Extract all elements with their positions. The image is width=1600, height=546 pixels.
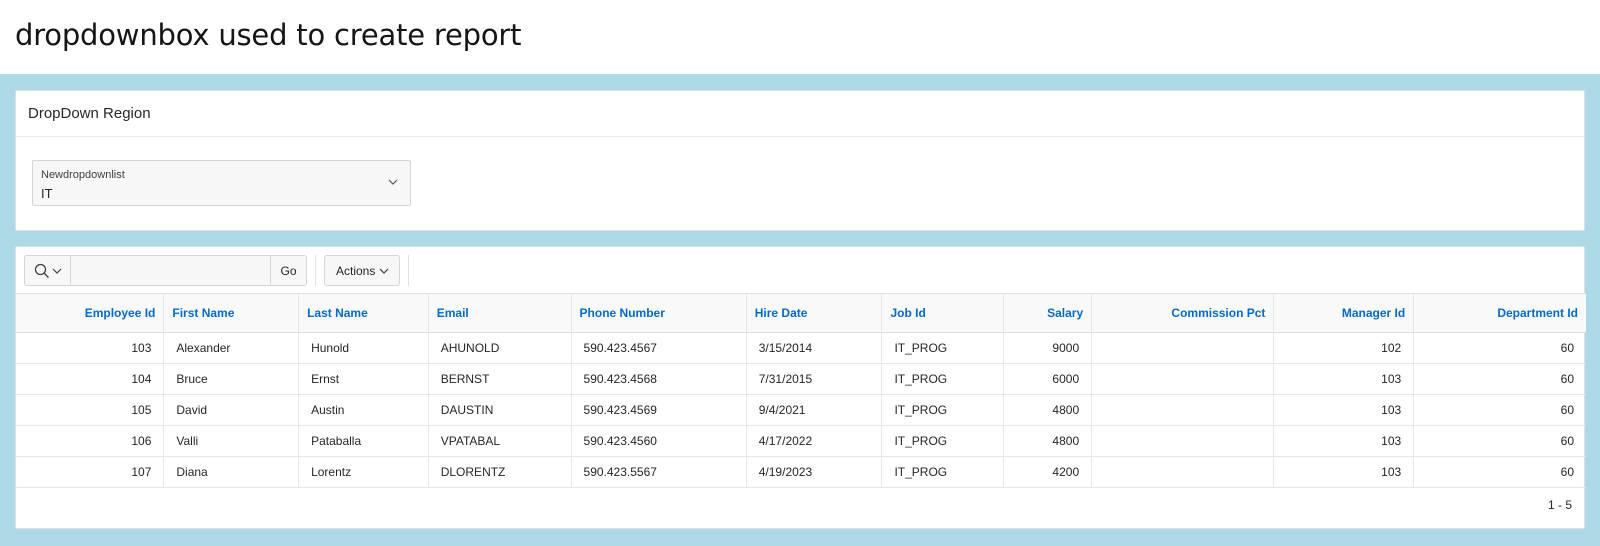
- search-column-button[interactable]: [25, 256, 71, 285]
- column-header-hire-date[interactable]: Hire Date: [746, 293, 883, 333]
- cell-job-id: IT_PROG: [881, 332, 1005, 364]
- cell-job-id: IT_PROG: [881, 425, 1005, 457]
- table-header-row: Employee Id First Name Last Name Email P…: [16, 293, 1586, 333]
- pagination: 1 - 5: [16, 488, 1584, 522]
- column-header-commission-pct[interactable]: Commission Pct: [1091, 293, 1275, 333]
- cell-last-name: Pataballa: [298, 425, 429, 457]
- cell-employee-id: 105: [16, 394, 165, 426]
- cell-employee-id: 106: [16, 425, 165, 457]
- column-header-phone-number[interactable]: Phone Number: [571, 293, 747, 333]
- select-value: IT: [41, 186, 53, 201]
- cell-phone-number: 590.423.4568: [571, 363, 747, 395]
- table-row: 104 Bruce Ernst BERNST 590.423.4568 7/31…: [16, 363, 1586, 395]
- column-header-salary[interactable]: Salary: [1003, 293, 1093, 333]
- actions-label: Actions: [336, 263, 376, 278]
- chevron-down-icon: [379, 268, 389, 274]
- page-title: dropdownbox used to create report: [15, 18, 522, 52]
- cell-job-id: IT_PROG: [881, 456, 1005, 488]
- cell-email: BERNST: [428, 363, 572, 395]
- search-icon: [34, 263, 49, 278]
- cell-first-name: Diana: [163, 456, 300, 488]
- actions-button[interactable]: Actions: [324, 255, 401, 286]
- cell-email: DAUSTIN: [428, 394, 572, 426]
- cell-first-name: Valli: [163, 425, 300, 457]
- cell-employee-id: 103: [16, 332, 165, 364]
- column-header-last-name[interactable]: Last Name: [298, 293, 429, 333]
- cell-commission-pct: [1091, 425, 1275, 457]
- cell-manager-id: 102: [1273, 332, 1415, 364]
- select-label: Newdropdownlist: [41, 169, 125, 181]
- cell-hire-date: 4/17/2022: [746, 425, 883, 457]
- cell-hire-date: 7/31/2015: [746, 363, 883, 395]
- cell-hire-date: 3/15/2014: [746, 332, 883, 364]
- cell-job-id: IT_PROG: [881, 394, 1005, 426]
- column-header-email[interactable]: Email: [428, 293, 572, 333]
- chevron-down-icon: [388, 179, 398, 185]
- column-header-job-id[interactable]: Job Id: [881, 293, 1005, 333]
- field-container: Newdropdownlist IT: [16, 137, 1584, 206]
- cell-last-name: Austin: [298, 394, 429, 426]
- cell-phone-number: 590.423.4567: [571, 332, 747, 364]
- column-header-manager-id[interactable]: Manager Id: [1273, 293, 1415, 333]
- cell-commission-pct: [1091, 363, 1275, 395]
- cell-first-name: Alexander: [163, 332, 300, 364]
- cell-email: VPATABAL: [428, 425, 572, 457]
- cell-last-name: Lorentz: [298, 456, 429, 488]
- region-title: DropDown Region: [28, 105, 151, 122]
- cell-commission-pct: [1091, 394, 1275, 426]
- go-button[interactable]: Go: [270, 256, 306, 285]
- toolbar-divider: [315, 255, 316, 286]
- cell-department-id: 60: [1413, 394, 1586, 426]
- cell-manager-id: 103: [1273, 363, 1415, 395]
- cell-job-id: IT_PROG: [881, 363, 1005, 395]
- table-row: 103 Alexander Hunold AHUNOLD 590.423.456…: [16, 332, 1586, 364]
- cell-department-id: 60: [1413, 363, 1586, 395]
- cell-employee-id: 104: [16, 363, 165, 395]
- cell-last-name: Ernst: [298, 363, 429, 395]
- cell-first-name: David: [163, 394, 300, 426]
- table-row: 105 David Austin DAUSTIN 590.423.4569 9/…: [16, 394, 1586, 426]
- column-header-department-id[interactable]: Department Id: [1413, 293, 1586, 333]
- cell-employee-id: 107: [16, 456, 165, 488]
- cell-department-id: 60: [1413, 425, 1586, 457]
- cell-salary: 4800: [1003, 425, 1093, 457]
- body-area: DropDown Region Newdropdownlist IT Go Ac…: [0, 74, 1600, 546]
- dropdown-region: DropDown Region Newdropdownlist IT: [15, 90, 1585, 231]
- cell-hire-date: 9/4/2021: [746, 394, 883, 426]
- cell-salary: 4200: [1003, 456, 1093, 488]
- region-header: DropDown Region: [16, 91, 1584, 137]
- cell-manager-id: 103: [1273, 425, 1415, 457]
- cell-last-name: Hunold: [298, 332, 429, 364]
- cell-phone-number: 590.423.5567: [571, 456, 747, 488]
- newdropdownlist-select[interactable]: Newdropdownlist IT: [32, 160, 411, 206]
- cell-department-id: 60: [1413, 456, 1586, 488]
- search-group: Go: [24, 255, 307, 286]
- cell-phone-number: 590.423.4560: [571, 425, 747, 457]
- pagination-range: 1 - 5: [1547, 498, 1572, 512]
- toolbar-divider: [408, 255, 410, 286]
- column-header-first-name[interactable]: First Name: [163, 293, 300, 333]
- search-input[interactable]: [71, 256, 270, 285]
- chevron-down-icon: [52, 268, 61, 274]
- cell-email: DLORENTZ: [428, 456, 572, 488]
- cell-email: AHUNOLD: [428, 332, 572, 364]
- report-region: Go Actions Employee Id First Name Last N…: [15, 246, 1586, 529]
- page-header: dropdownbox used to create report: [0, 0, 1600, 74]
- table-row: 106 Valli Pataballa VPATABAL 590.423.456…: [16, 425, 1586, 457]
- cell-salary: 6000: [1003, 363, 1093, 395]
- report-table: Employee Id First Name Last Name Email P…: [16, 293, 1586, 488]
- cell-commission-pct: [1091, 456, 1275, 488]
- cell-commission-pct: [1091, 332, 1275, 364]
- column-header-employee-id[interactable]: Employee Id: [16, 293, 165, 333]
- cell-phone-number: 590.423.4569: [571, 394, 747, 426]
- report-toolbar: Go Actions: [16, 247, 1584, 293]
- cell-salary: 4800: [1003, 394, 1093, 426]
- cell-first-name: Bruce: [163, 363, 300, 395]
- table-row: 107 Diana Lorentz DLORENTZ 590.423.5567 …: [16, 456, 1586, 488]
- cell-manager-id: 103: [1273, 456, 1415, 488]
- cell-hire-date: 4/19/2023: [746, 456, 883, 488]
- cell-department-id: 60: [1413, 332, 1586, 364]
- cell-manager-id: 103: [1273, 394, 1415, 426]
- cell-salary: 9000: [1003, 332, 1093, 364]
